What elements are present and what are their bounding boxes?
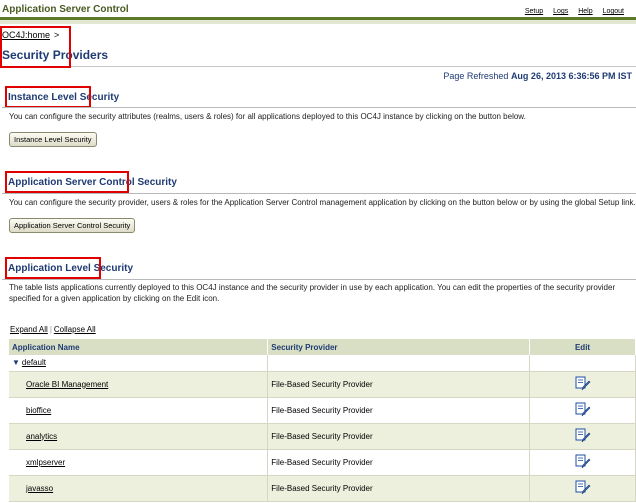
provider-cell: File-Based Security Provider xyxy=(267,449,531,476)
applications-table: Application Name Security Provider Edit … xyxy=(9,339,636,502)
global-links: Setup Logs Help Logout xyxy=(517,8,624,15)
app-link[interactable]: xmlpserver xyxy=(26,458,65,467)
pencil-edit-icon[interactable] xyxy=(575,454,591,470)
table-row: analytics File-Based Security Provider xyxy=(9,423,636,450)
section-divider xyxy=(2,107,636,108)
pencil-edit-icon[interactable] xyxy=(575,376,591,392)
group-edit-cell xyxy=(529,355,636,372)
highlight-box-instance xyxy=(5,86,91,108)
table-row: javasso File-Based Security Provider xyxy=(9,475,636,502)
pencil-edit-icon[interactable] xyxy=(575,428,591,444)
table-group-row: ▼ default xyxy=(9,355,636,372)
section-divider xyxy=(2,193,636,194)
group-default-link[interactable]: default xyxy=(22,358,46,367)
table-row: bioffice File-Based Security Provider xyxy=(9,397,636,424)
app-link[interactable]: javasso xyxy=(26,484,53,493)
provider-cell: File-Based Security Provider xyxy=(267,397,531,424)
page-refreshed: Page Refreshed Aug 26, 2013 6:36:56 PM I… xyxy=(443,71,632,81)
column-header-security-provider: Security Provider xyxy=(267,339,531,355)
highlight-box-asc xyxy=(5,171,129,193)
pencil-edit-icon[interactable] xyxy=(575,480,591,496)
edit-cell xyxy=(529,475,636,502)
app-security-description: The table lists applications currently d… xyxy=(9,283,616,303)
table-row: Oracle BI Management File-Based Security… xyxy=(9,371,636,398)
pencil-edit-icon[interactable] xyxy=(575,402,591,418)
app-name-cell: javasso xyxy=(9,475,269,502)
asc-security-button[interactable]: Application Server Control Security xyxy=(9,218,136,233)
instance-security-description: You can configure the security attribute… xyxy=(9,112,526,121)
edit-cell xyxy=(529,449,636,476)
top-bar: Application Server Control Setup Logs He… xyxy=(0,0,636,20)
app-link[interactable]: analytics xyxy=(26,432,57,441)
app-name-cell: bioffice xyxy=(9,397,269,424)
column-header-application-name: Application Name xyxy=(9,339,269,355)
top-sub-bar xyxy=(0,20,636,24)
app-title: Application Server Control xyxy=(2,4,129,15)
logout-link[interactable]: Logout xyxy=(603,8,624,15)
column-header-edit: Edit xyxy=(529,339,636,355)
highlight-box-title xyxy=(0,26,71,68)
provider-cell: File-Based Security Provider xyxy=(267,371,531,398)
title-divider xyxy=(0,66,636,67)
provider-cell: File-Based Security Provider xyxy=(267,423,531,450)
refreshed-label: Page Refreshed xyxy=(443,71,509,81)
asc-security-description: You can configure the security provider,… xyxy=(9,198,636,207)
provider-cell: File-Based Security Provider xyxy=(267,475,531,502)
app-link[interactable]: bioffice xyxy=(26,406,51,415)
highlight-box-app xyxy=(5,257,101,279)
triangle-down-icon[interactable]: ▼ xyxy=(12,358,20,367)
table-row: xmlpserver File-Based Security Provider xyxy=(9,449,636,476)
collapse-all-link[interactable]: Collapse All xyxy=(54,325,96,334)
app-name-cell: Oracle BI Management xyxy=(9,371,269,398)
app-name-cell: xmlpserver xyxy=(9,449,269,476)
edit-cell xyxy=(529,371,636,398)
expand-collapse-links: Expand All | Collapse All xyxy=(10,325,96,334)
edit-cell xyxy=(529,397,636,424)
link-separator: | xyxy=(49,325,52,334)
app-name-cell: analytics xyxy=(9,423,269,450)
refreshed-value: Aug 26, 2013 6:36:56 PM IST xyxy=(510,71,632,81)
expand-all-link[interactable]: Expand All xyxy=(10,325,48,334)
app-link[interactable]: Oracle BI Management xyxy=(26,380,108,389)
edit-cell xyxy=(529,423,636,450)
help-link[interactable]: Help xyxy=(578,8,592,15)
logs-link[interactable]: Logs xyxy=(553,8,568,15)
table-header-row: Application Name Security Provider Edit xyxy=(9,339,636,355)
setup-link[interactable]: Setup xyxy=(525,8,543,15)
section-divider xyxy=(2,279,636,280)
instance-level-security-button[interactable]: Instance Level Security xyxy=(9,132,97,147)
group-provider-cell xyxy=(267,355,531,372)
group-cell: ▼ default xyxy=(9,355,269,372)
